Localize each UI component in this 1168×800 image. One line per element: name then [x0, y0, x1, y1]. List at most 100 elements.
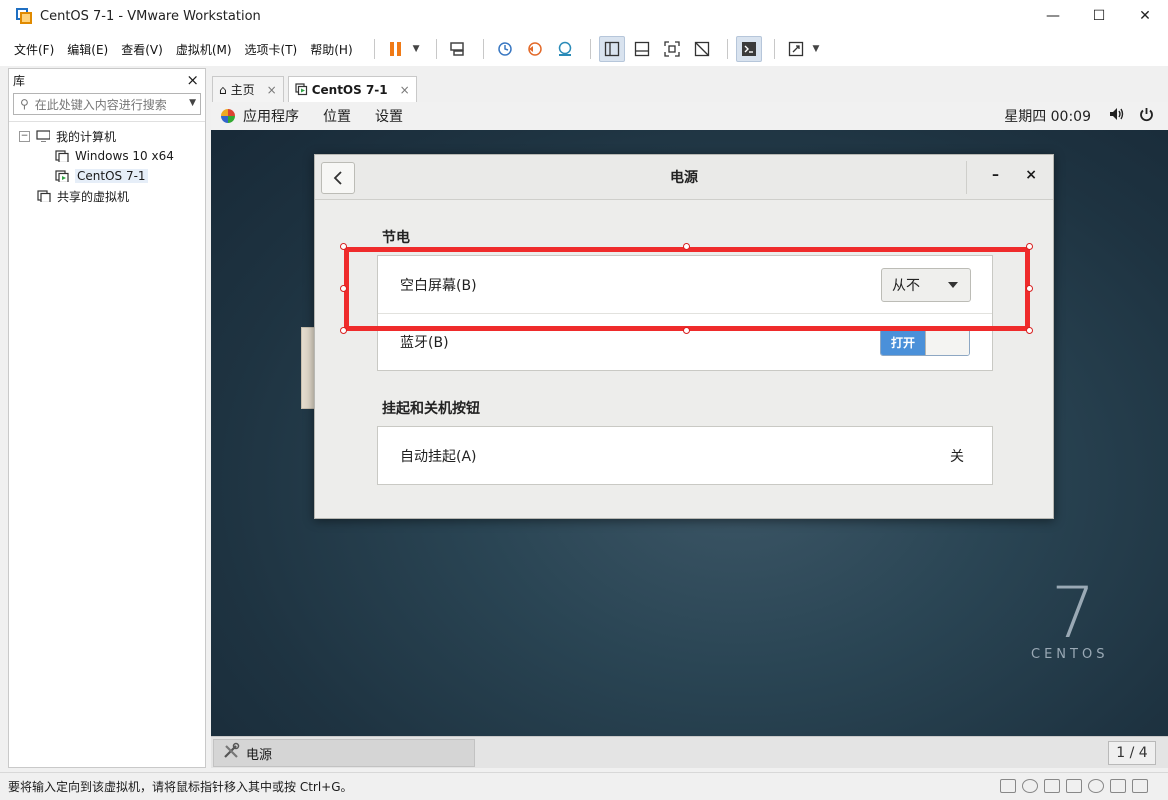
- tree-item-shared-vms[interactable]: 共享的虚拟机: [9, 186, 205, 206]
- menu-tabs[interactable]: 选项卡(T): [245, 41, 298, 58]
- section-power-saving: 节电: [382, 230, 410, 246]
- search-icon: ⚲: [20, 97, 29, 111]
- console-view-icon[interactable]: [735, 36, 762, 62]
- tree-label: Windows 10 x64: [75, 149, 174, 163]
- window-title: CentOS 7-1 - VMware Workstation: [40, 8, 261, 24]
- annotation-handle: [340, 285, 347, 292]
- menu-help[interactable]: 帮助(H): [310, 41, 352, 58]
- search-dropdown-icon[interactable]: ▼: [189, 98, 196, 108]
- library-panel: 库 × ⚲ 在此处键入内容进行搜索 ▼ − 我的计算机 Windows 10 x…: [8, 68, 206, 768]
- revert-snapshot-icon[interactable]: [522, 36, 548, 62]
- usb-icon[interactable]: [1066, 779, 1082, 793]
- blank-screen-label: 空白屏幕(B): [400, 277, 477, 294]
- window-titlebar: CentOS 7-1 - VMware Workstation — ☐ ✕: [0, 0, 1168, 32]
- send-ctrl-alt-del-icon[interactable]: [445, 36, 471, 62]
- gnome-settings-menu[interactable]: 设置: [375, 106, 403, 126]
- snapshot-manager-icon[interactable]: [552, 36, 578, 62]
- bluetooth-switch[interactable]: 打开: [880, 328, 970, 356]
- tree-item-my-computer[interactable]: − 我的计算机: [9, 126, 205, 146]
- centos-logo-word: CENTOS: [1031, 647, 1109, 662]
- vm-tabs: ⌂ 主页 × CentOS 7-1 ×: [212, 76, 421, 102]
- suspend-group: 自动挂起(A) 关: [377, 426, 993, 485]
- device-status-icons: [994, 779, 1148, 793]
- status-bar: 要将输入定向到该虚拟机，请将鼠标指针移入其中或按 Ctrl+G。: [0, 772, 1168, 800]
- gnome-clock[interactable]: 星期四 00:09: [1004, 106, 1091, 126]
- toolbar-separator: [726, 39, 728, 59]
- tree-label: CentOS 7-1: [75, 169, 148, 183]
- menu-vm[interactable]: 虚拟机(M): [176, 41, 232, 58]
- maximize-button[interactable]: ☐: [1076, 0, 1122, 32]
- blank-screen-row: 空白屏幕(B) 从不: [378, 256, 992, 313]
- taskbar-item-power[interactable]: 电源: [213, 739, 475, 767]
- cd-dvd-icon[interactable]: [1022, 779, 1038, 793]
- snapshot-icon[interactable]: [492, 36, 518, 62]
- annotation-handle: [1026, 285, 1033, 292]
- gnome-places-menu[interactable]: 位置: [323, 106, 351, 126]
- pause-icon[interactable]: [383, 36, 409, 62]
- toolbar-separator: [773, 39, 775, 59]
- network-icon[interactable]: [1044, 779, 1060, 793]
- library-title: 库: [13, 73, 26, 88]
- toolbar-separator: [435, 39, 437, 59]
- volume-icon[interactable]: [1109, 107, 1125, 125]
- toolbar-separator: [373, 39, 375, 59]
- annotation-handle: [683, 327, 690, 334]
- show-library-icon[interactable]: [598, 36, 625, 62]
- vm-icon: [55, 150, 69, 162]
- vm-console[interactable]: 应用程序 位置 设置 星期四 00:09 7 CENTOS 电源 – × 节电: [211, 102, 1168, 736]
- shared-vm-icon: [37, 190, 51, 202]
- full-screen-icon[interactable]: [659, 36, 685, 62]
- tab-home[interactable]: ⌂ 主页 ×: [212, 76, 284, 102]
- tree-item-windows10[interactable]: Windows 10 x64: [9, 146, 205, 166]
- power-icon[interactable]: [1139, 107, 1154, 126]
- auto-suspend-value: 关: [950, 448, 964, 465]
- vm-bottom-taskbar: 电源 1 / 4: [211, 736, 1168, 768]
- desktop-folder-edge: [301, 327, 315, 409]
- blank-screen-value: 从不: [892, 277, 920, 294]
- menu-edit[interactable]: 编辑(E): [67, 41, 108, 58]
- hard-disk-icon[interactable]: [1000, 779, 1016, 793]
- message-icon[interactable]: [1132, 779, 1148, 793]
- auto-suspend-row[interactable]: 自动挂起(A) 关: [378, 427, 992, 484]
- tab-home-label: 主页: [230, 83, 255, 97]
- menu-file[interactable]: 文件(F): [14, 41, 54, 58]
- tree-label: 我的计算机: [56, 129, 117, 144]
- bluetooth-label: 蓝牙(B): [400, 335, 449, 351]
- thumbnail-bar-icon[interactable]: [629, 36, 655, 62]
- workspace-pager[interactable]: 1 / 4: [1108, 741, 1156, 765]
- library-search-input[interactable]: ⚲ 在此处键入内容进行搜索 ▼: [13, 93, 201, 115]
- menu-view[interactable]: 查看(V): [121, 41, 163, 58]
- sound-icon[interactable]: [1088, 779, 1104, 793]
- unity-icon[interactable]: [689, 36, 715, 62]
- pause-dropdown-icon[interactable]: ▼: [413, 44, 420, 54]
- tab-close-icon[interactable]: ×: [400, 83, 410, 97]
- collapse-icon[interactable]: −: [19, 130, 30, 142]
- tree-item-centos[interactable]: CentOS 7-1: [9, 166, 205, 186]
- header-separator: [966, 161, 967, 194]
- minimize-button[interactable]: —: [1030, 0, 1076, 32]
- library-close-icon[interactable]: ×: [186, 71, 199, 89]
- tab-close-icon[interactable]: ×: [267, 83, 277, 97]
- vmware-logo-icon: [16, 8, 32, 24]
- dialog-header: 电源 – ×: [315, 155, 1053, 200]
- stretch-dropdown-icon[interactable]: ▼: [813, 44, 820, 54]
- back-button[interactable]: [321, 162, 355, 194]
- stretch-view-icon[interactable]: [783, 36, 809, 62]
- close-button[interactable]: ✕: [1122, 0, 1168, 32]
- dialog-title: 电源: [670, 170, 698, 186]
- tree-label: 共享的虚拟机: [57, 189, 130, 204]
- taskbar-item-label: 电源: [246, 747, 273, 763]
- dialog-minimize-button[interactable]: –: [992, 167, 999, 183]
- home-icon: ⌂: [219, 82, 227, 97]
- printer-icon[interactable]: [1110, 779, 1126, 793]
- vm-running-icon: [295, 83, 307, 96]
- library-tree: − 我的计算机 Windows 10 x64 CentOS 7-1 共享的虚拟机: [9, 121, 205, 206]
- power-saving-group: 空白屏幕(B) 从不 蓝牙(B) 打开: [377, 255, 993, 371]
- toolbar-separator: [589, 39, 591, 59]
- dialog-close-button[interactable]: ×: [1025, 167, 1037, 183]
- tab-centos[interactable]: CentOS 7-1 ×: [287, 76, 417, 102]
- gnome-applications-menu[interactable]: 应用程序: [243, 106, 299, 126]
- computer-icon: [36, 130, 50, 142]
- blank-screen-dropdown[interactable]: 从不: [881, 267, 971, 302]
- switch-knob: [925, 329, 969, 355]
